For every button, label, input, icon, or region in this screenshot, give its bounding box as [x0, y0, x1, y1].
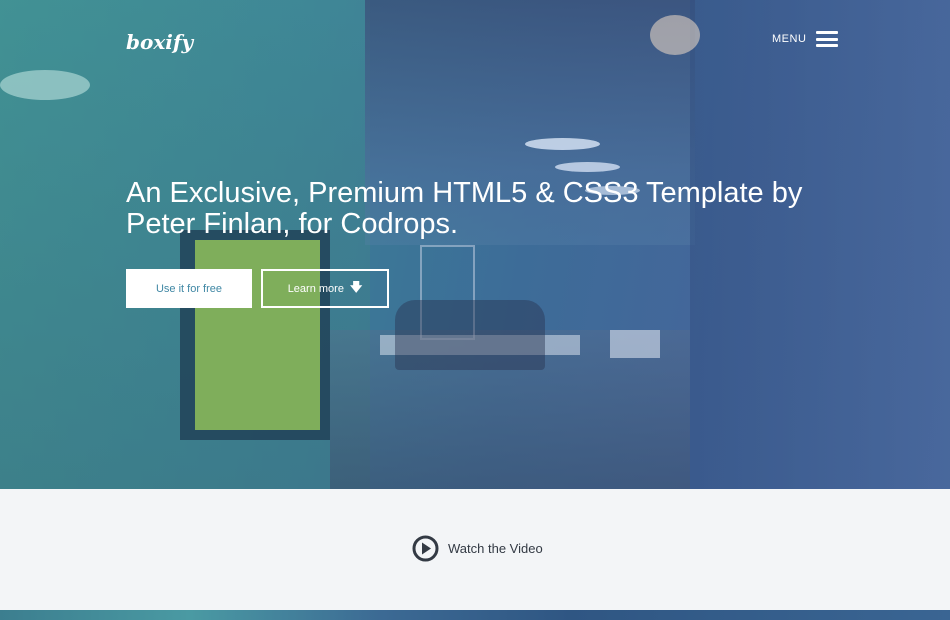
arrow-down-icon: 🡇	[349, 280, 363, 294]
learn-more-label: Learn more	[287, 282, 344, 295]
next-section-preview	[0, 610, 950, 620]
menu-label: MENU	[772, 33, 807, 45]
hero-photo-light-glow	[650, 15, 700, 55]
logo[interactable]: boxify	[126, 30, 193, 54]
hero-photo-lamp	[555, 162, 620, 172]
hamburger-icon	[816, 31, 839, 47]
hero-headline: An Exclusive, Premium HTML5 & CSS3 Templ…	[126, 177, 803, 240]
menu-button[interactable]: MENU	[772, 31, 839, 47]
hero-photo-lamp	[0, 70, 90, 100]
hero-section	[0, 0, 950, 489]
hero-photo-lamp	[525, 138, 600, 150]
hero-photo-right-wall	[690, 0, 950, 489]
use-it-for-free-button[interactable]: Use it for free	[126, 269, 252, 308]
hero-photo-shelf	[610, 330, 660, 358]
watch-video-label: Watch the Video	[448, 541, 543, 556]
use-it-for-free-label: Use it for free	[155, 282, 223, 295]
watch-video-link[interactable]: Watch the Video	[412, 535, 543, 562]
play-icon	[412, 535, 439, 562]
hero-photo-people	[395, 300, 545, 370]
learn-more-button[interactable]: Learn more 🡇	[261, 269, 389, 308]
